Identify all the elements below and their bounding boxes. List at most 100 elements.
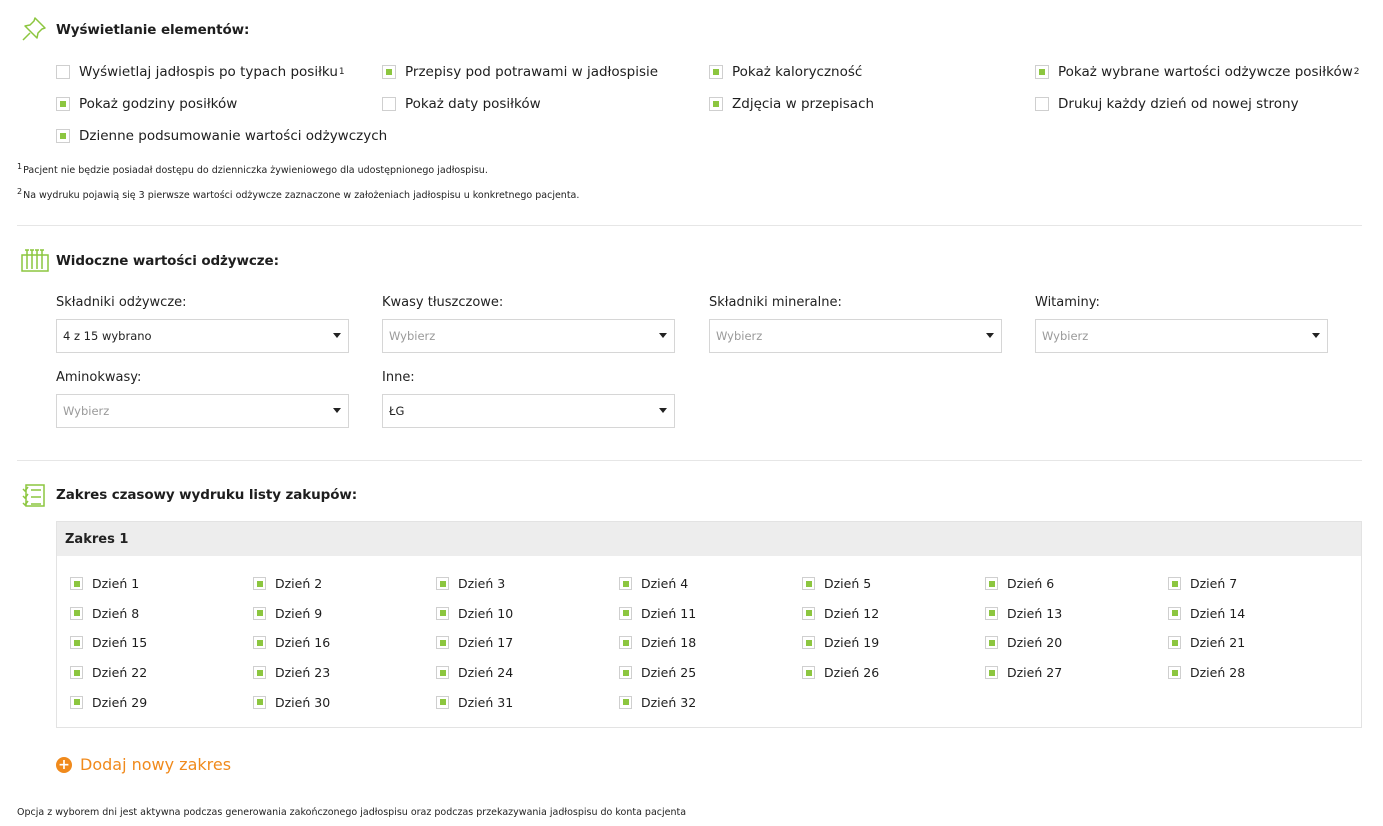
checkbox[interactable] (70, 695, 83, 709)
checkbox[interactable] (985, 666, 998, 680)
checkbox[interactable] (382, 97, 396, 111)
day-option[interactable]: Dzień 1 (70, 576, 139, 591)
day-option[interactable]: Dzień 19 (802, 635, 879, 650)
day-option[interactable]: Dzień 3 (436, 576, 505, 591)
day-option[interactable]: Dzień 7 (1168, 576, 1237, 591)
day-option[interactable]: Dzień 6 (985, 576, 1054, 591)
day-option[interactable]: Dzień 25 (619, 665, 696, 680)
add-range-button[interactable]: + Dodaj nowy zakres (56, 755, 231, 774)
day-option[interactable]: Dzień 21 (1168, 635, 1245, 650)
checkbox[interactable] (436, 666, 449, 680)
checkbox[interactable] (1168, 666, 1181, 680)
display-option[interactable]: Dzienne podsumowanie wartości odżywczych (56, 128, 387, 144)
display-option[interactable]: Pokaż wybrane wartości odżywcze posiłków… (1035, 64, 1360, 80)
display-option[interactable]: Przepisy pod potrawami w jadłospisie (382, 64, 658, 80)
checkbox[interactable] (436, 695, 449, 709)
checkbox[interactable] (709, 65, 723, 79)
day-option[interactable]: Dzień 8 (70, 606, 139, 621)
checkbox[interactable] (56, 129, 70, 143)
checkbox[interactable] (253, 695, 266, 709)
display-option[interactable]: Wyświetlaj jadłospis po typach posiłku 1 (56, 64, 345, 80)
field-label: Składniki odżywcze: (56, 295, 187, 310)
checklist-icon (22, 484, 45, 507)
checkbox[interactable] (436, 606, 449, 620)
checkbox[interactable] (1168, 636, 1181, 650)
checkbox[interactable] (70, 666, 83, 680)
checkbox[interactable] (70, 636, 83, 650)
display-option[interactable]: Pokaż daty posiłków (382, 96, 541, 112)
checkbox[interactable] (70, 606, 83, 620)
day-label: Dzień 14 (1190, 605, 1246, 621)
day-option[interactable]: Dzień 17 (436, 635, 513, 650)
checkbox[interactable] (382, 65, 396, 79)
day-option[interactable]: Dzień 2 (253, 576, 322, 591)
day-option[interactable]: Dzień 32 (619, 695, 696, 710)
day-option[interactable]: Dzień 11 (619, 606, 696, 621)
checkbox[interactable] (802, 666, 815, 680)
nutrient-select[interactable]: Wybierz (1035, 319, 1328, 353)
checkbox[interactable] (802, 606, 815, 620)
day-option[interactable]: Dzień 15 (70, 635, 147, 650)
display-option[interactable]: Pokaż godziny posiłków (56, 96, 237, 112)
checkbox[interactable] (619, 577, 632, 590)
day-option[interactable]: Dzień 10 (436, 606, 513, 621)
checkbox[interactable] (985, 636, 998, 650)
day-option[interactable]: Dzień 23 (253, 665, 330, 680)
checkbox[interactable] (709, 97, 723, 111)
nutrient-select[interactable]: Wybierz (56, 394, 349, 428)
day-option[interactable]: Dzień 26 (802, 665, 879, 680)
checkbox[interactable] (985, 606, 998, 620)
day-option[interactable]: Dzień 28 (1168, 665, 1245, 680)
day-label: Dzień 18 (641, 635, 697, 651)
chevron-down-icon (986, 333, 994, 338)
day-option[interactable]: Dzień 16 (253, 635, 330, 650)
checkbox[interactable] (253, 666, 266, 680)
checkbox[interactable] (985, 577, 998, 590)
day-option[interactable]: Dzień 13 (985, 606, 1062, 621)
checkbox[interactable] (436, 577, 449, 590)
day-option[interactable]: Dzień 18 (619, 635, 696, 650)
checkbox[interactable] (1168, 577, 1181, 590)
day-option[interactable]: Dzień 29 (70, 695, 147, 710)
option-label: Pokaż kaloryczność (732, 64, 863, 80)
day-option[interactable]: Dzień 20 (985, 635, 1062, 650)
checkbox[interactable] (619, 695, 632, 709)
day-option[interactable]: Dzień 31 (436, 695, 513, 710)
option-label: Pokaż godziny posiłków (79, 96, 238, 112)
checkbox[interactable] (56, 97, 70, 111)
display-option[interactable]: Drukuj każdy dzień od nowej strony (1035, 96, 1299, 112)
checkbox[interactable] (802, 577, 815, 590)
checkbox[interactable] (1035, 65, 1049, 79)
checkbox[interactable] (619, 636, 632, 650)
checkbox[interactable] (619, 666, 632, 680)
day-option[interactable]: Dzień 27 (985, 665, 1062, 680)
nutrient-select[interactable]: Wybierz (382, 319, 675, 353)
display-option[interactable]: Pokaż kaloryczność (709, 64, 862, 80)
day-label: Dzień 23 (275, 665, 331, 681)
checkbox[interactable] (253, 636, 266, 650)
nutrient-select[interactable]: ŁG (382, 394, 675, 428)
checkbox[interactable] (1035, 97, 1049, 111)
nutrient-select[interactable]: Wybierz (709, 319, 1002, 353)
checkbox[interactable] (802, 636, 815, 650)
day-option[interactable]: Dzień 24 (436, 665, 513, 680)
checkbox[interactable] (56, 65, 70, 79)
day-option[interactable]: Dzień 4 (619, 576, 688, 591)
day-option[interactable]: Dzień 14 (1168, 606, 1245, 621)
day-label: Dzień 31 (458, 694, 514, 710)
day-option[interactable]: Dzień 12 (802, 606, 879, 621)
nutrient-select[interactable]: 4 z 15 wybrano (56, 319, 349, 353)
day-option[interactable]: Dzień 30 (253, 695, 330, 710)
checkbox[interactable] (1168, 606, 1181, 620)
checkbox[interactable] (619, 606, 632, 620)
checkbox[interactable] (253, 606, 266, 620)
checkbox[interactable] (253, 577, 266, 590)
checkbox[interactable] (70, 577, 83, 590)
checkbox[interactable] (436, 636, 449, 650)
day-option[interactable]: Dzień 22 (70, 665, 147, 680)
day-option[interactable]: Dzień 5 (802, 576, 871, 591)
option-label: Pokaż daty posiłków (405, 96, 541, 112)
display-option[interactable]: Zdjęcia w przepisach (709, 96, 874, 112)
day-label: Dzień 28 (1190, 665, 1246, 681)
day-option[interactable]: Dzień 9 (253, 606, 322, 621)
